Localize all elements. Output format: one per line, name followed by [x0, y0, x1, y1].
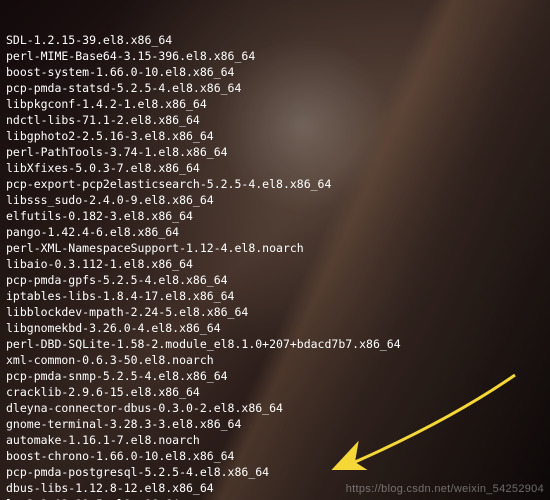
package-line: iptables-libs-1.8.4-17.el8.x86_64 [6, 288, 544, 304]
package-line: SDL-1.2.15-39.el8.x86_64 [6, 32, 544, 48]
package-line: libXfixes-5.0.3-7.el8.x86_64 [6, 160, 544, 176]
package-line: pcp-pmda-statsd-5.2.5-4.el8.x86_64 [6, 80, 544, 96]
package-line: pcp-export-pcp2elasticsearch-5.2.5-4.el8… [6, 176, 544, 192]
package-line: libpkgconf-1.4.2-1.el8.x86_64 [6, 96, 544, 112]
watermark-text: https://blog.csdn.net/weixin_54252904 [346, 481, 544, 497]
package-line: perl-MIME-Base64-3.15-396.el8.x86_64 [6, 48, 544, 64]
package-line: automake-1.16.1-7.el8.noarch [6, 432, 544, 448]
package-line: ndctl-libs-71.1-2.el8.x86_64 [6, 112, 544, 128]
package-line: boost-chrono-1.66.0-10.el8.x86_64 [6, 448, 544, 464]
package-line: cracklib-2.9.6-15.el8.x86_64 [6, 384, 544, 400]
package-line: libsss_sudo-2.4.0-9.el8.x86_64 [6, 192, 544, 208]
package-line: libgphoto2-2.5.16-3.el8.x86_64 [6, 128, 544, 144]
package-line: boost-system-1.66.0-10.el8.x86_64 [6, 64, 544, 80]
terminal-window[interactable]: SDL-1.2.15-39.el8.x86_64perl-MIME-Base64… [0, 0, 550, 500]
package-line: dleyna-connector-dbus-0.3.0-2.el8.x86_64 [6, 400, 544, 416]
package-line: gnome-terminal-3.28.3-3.el8.x86_64 [6, 416, 544, 432]
package-line: xml-common-0.6.3-50.el8.noarch [6, 352, 544, 368]
package-line: pcp-pmda-gpfs-5.2.5-4.el8.x86_64 [6, 272, 544, 288]
package-line: elfutils-0.182-3.el8.x86_64 [6, 208, 544, 224]
package-line: pcp-pmda-postgresql-5.2.5-4.el8.x86_64 [6, 464, 544, 480]
package-line: libgnomekbd-3.26.0-4.el8.x86_64 [6, 320, 544, 336]
package-line: libaio-0.3.112-1.el8.x86_64 [6, 256, 544, 272]
terminal-output: SDL-1.2.15-39.el8.x86_64perl-MIME-Base64… [6, 32, 544, 500]
package-line: pcp-pmda-snmp-5.2.5-4.el8.x86_64 [6, 368, 544, 384]
package-line: pango-1.42.4-6.el8.x86_64 [6, 224, 544, 240]
package-line: libblockdev-mpath-2.24-5.el8.x86_64 [6, 304, 544, 320]
package-line: perl-DBD-SQLite-1.58-2.module_el8.1.0+20… [6, 336, 544, 352]
package-line: perl-XML-NamespaceSupport-1.12-4.el8.noa… [6, 240, 544, 256]
package-line: perl-PathTools-3.74-1.el8.x86_64 [6, 144, 544, 160]
